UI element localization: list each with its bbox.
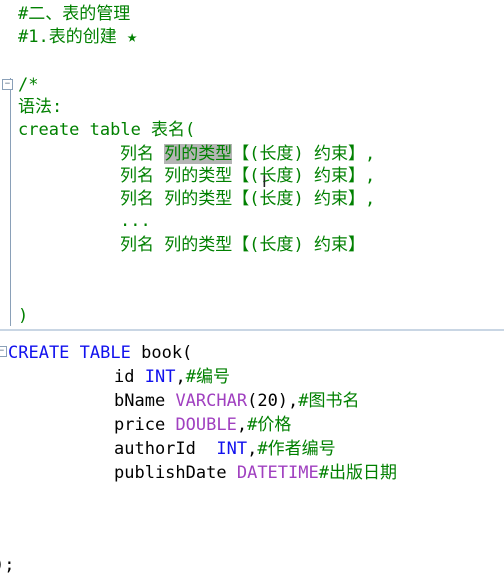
column-def-price: price DOUBLE,#价格 [114,414,291,436]
block-comment-close: ) [18,306,29,326]
subheading-comment-line: #1.表的创建 ★ [18,27,138,47]
column-comment: #图书名 [298,391,360,411]
table-keyword: TABLE [79,343,131,363]
create-table-syntax-line: create table 表名( [18,120,196,140]
column-comment: #出版日期 [318,463,397,483]
create-keyword: CREATE [8,343,70,363]
block-comment-open: /* [18,75,39,95]
col-rest-1: 【(长度) 约束】, [232,144,376,164]
column-type: INT [144,367,176,387]
column-name: publishDate [114,463,227,483]
fold-guide-line [10,78,11,326]
selected-text[interactable]: 列的类型 [164,144,233,164]
syntax-ellipsis-line: ... [120,211,151,231]
column-sep: , [236,415,248,435]
col-name-3: 列名 [120,189,154,209]
col-name-2: 列名 [120,166,154,186]
column-type: VARCHAR [175,391,248,411]
col-rest-2: 列的类型【(长度) 约束】, [164,166,376,186]
table-name: book( [141,343,193,363]
column-comment: #价格 [247,415,292,435]
column-name: id [114,367,135,387]
column-sep: , [175,367,186,387]
syntax-column-line-1: 列名 列的类型【(长度) 约束】, [120,143,375,165]
column-args: (20) [247,391,289,411]
col-rest-3: 列的类型【(长度) 约束】, [164,189,376,209]
syntax-column-line-2: 列名 列的类型【(长度) 约束】, [120,165,375,187]
fold-collapse-icon[interactable]: − [2,79,13,90]
column-comment: #编号 [185,367,230,387]
column-def-publishdate: publishDate DATETIME#出版日期 [114,462,397,484]
column-def-bname: bName VARCHAR(20),#图书名 [114,390,360,412]
column-def-id: id INT,#编号 [114,366,230,388]
column-name: price [114,415,166,435]
mouse-ibeam-cursor-icon: I [262,172,267,191]
column-name: bName [114,391,166,411]
column-type: DATETIME [236,463,319,483]
column-name: authorId [114,439,196,459]
syntax-column-line-3: 列名 列的类型【(长度) 约束】, [120,188,375,210]
create-table-line: CREATE TABLE book( [8,342,192,364]
statement-close: ); [0,555,15,575]
fold-collapse-icon-2[interactable]: − [0,346,7,357]
syntax-column-line-last: 列名 列的类型【(长度) 约束】 [120,235,365,255]
column-sep: , [288,391,299,411]
col-name-1: 列名 [120,144,154,164]
column-type: INT [216,439,248,459]
syntax-label-line: 语法: [18,97,63,117]
column-sep: , [247,439,258,459]
bottom-editor-pane[interactable]: − CREATE TABLE book( id INT,#编号 bName VA… [0,331,504,577]
heading-comment-line: #二、表的管理 [18,4,131,24]
column-type: DOUBLE [175,415,237,435]
column-def-authorid: authorId INT,#作者编号 [114,438,336,460]
top-editor-pane[interactable]: − #二、表的管理 #1.表的创建 ★ /* 语法: create table … [0,0,504,330]
column-comment: #作者编号 [257,439,336,459]
